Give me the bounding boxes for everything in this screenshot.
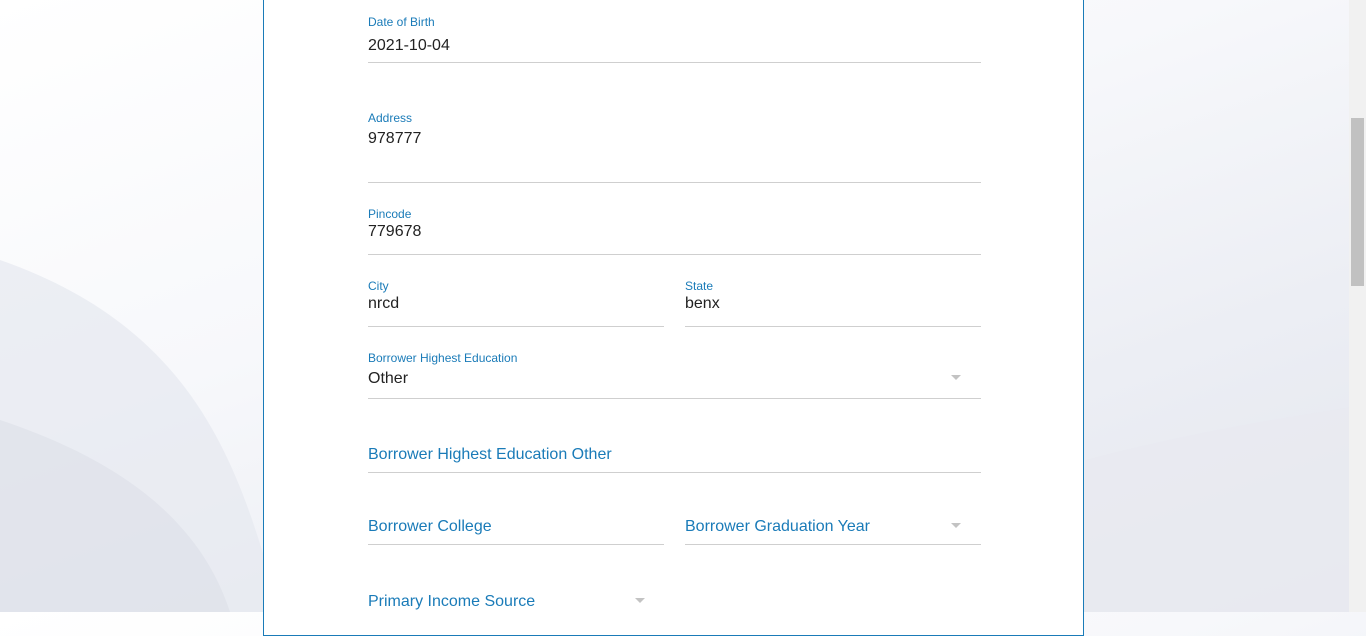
city-underline	[368, 326, 664, 327]
pincode-label: Pincode	[368, 207, 412, 221]
pincode-value[interactable]: 779678	[368, 223, 421, 241]
chevron-down-icon[interactable]	[635, 598, 645, 603]
date-of-birth-label: Date of Birth	[368, 15, 435, 29]
highest-education-underline	[368, 398, 981, 399]
date-of-birth-value[interactable]: 2021-10-04	[368, 37, 450, 55]
city-label: City	[368, 279, 389, 293]
highest-education-select[interactable]: Borrower Highest Education Other	[368, 351, 981, 399]
city-field[interactable]: City nrcd	[368, 279, 664, 327]
graduation-year-placeholder: Borrower Graduation Year	[685, 518, 870, 535]
highest-education-value[interactable]: Other	[368, 370, 408, 388]
state-value[interactable]: benx	[685, 295, 720, 313]
scrollbar-thumb[interactable]	[1351, 118, 1364, 286]
college-placeholder: Borrower College	[368, 518, 492, 535]
college-underline	[368, 544, 664, 545]
highest-education-label: Borrower Highest Education	[368, 351, 518, 365]
address-value[interactable]: 978777	[368, 130, 421, 148]
college-field[interactable]: Borrower College	[368, 509, 664, 545]
date-of-birth-field[interactable]: Date of Birth 2021-10-04	[368, 15, 981, 63]
chevron-down-icon[interactable]	[951, 523, 961, 528]
address-label: Address	[368, 111, 413, 125]
page-scrollbar[interactable]	[1349, 0, 1366, 612]
address-underline	[368, 182, 981, 183]
state-label: State	[685, 279, 714, 293]
state-field[interactable]: State benx	[685, 279, 981, 327]
chevron-down-icon[interactable]	[951, 375, 961, 380]
highest-education-other-placeholder: Borrower Highest Education Other	[368, 446, 612, 463]
city-value[interactable]: nrcd	[368, 295, 399, 313]
highest-education-other-underline	[368, 472, 981, 473]
highest-education-other-field[interactable]: Borrower Highest Education Other	[368, 437, 981, 473]
graduation-year-select[interactable]: Borrower Graduation Year	[685, 509, 981, 545]
borrower-form-card: Date of Birth 2021-10-04 Address 978777 …	[263, 0, 1084, 636]
graduation-year-underline	[685, 544, 981, 545]
date-of-birth-underline	[368, 62, 981, 63]
address-field[interactable]: Address 978777	[368, 111, 981, 183]
pincode-underline	[368, 254, 981, 255]
pincode-field[interactable]: Pincode 779678	[368, 207, 981, 255]
state-underline	[685, 326, 981, 327]
primary-income-source-select[interactable]: Primary Income Source	[368, 585, 648, 621]
primary-income-source-placeholder: Primary Income Source	[368, 593, 536, 610]
